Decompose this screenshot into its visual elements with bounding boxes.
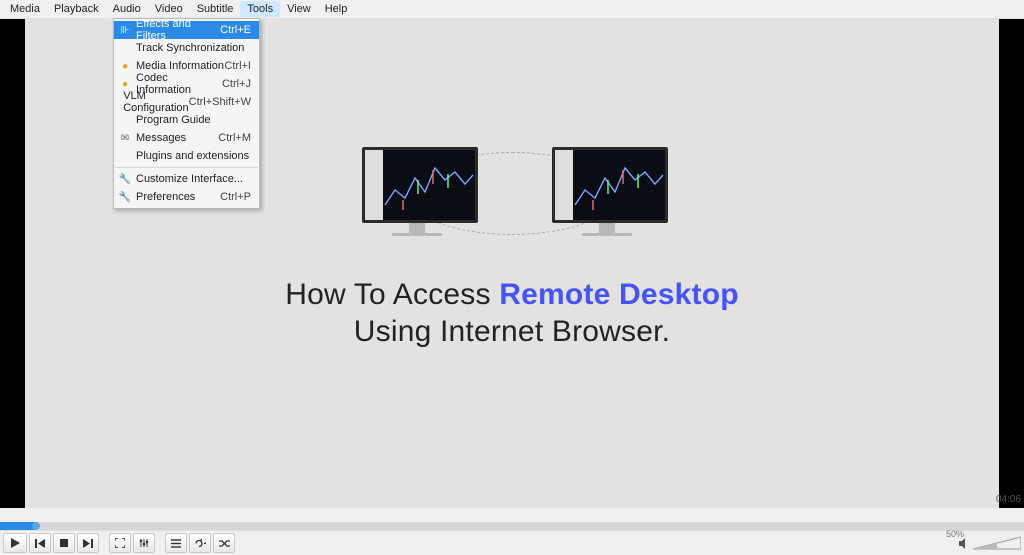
volume-slider[interactable]: [973, 536, 1021, 550]
total-time[interactable]: 04:06: [996, 494, 1021, 505]
monitor-right: [552, 147, 662, 236]
menu-tools[interactable]: Tools: [240, 1, 280, 17]
volume-percent: 50%: [946, 529, 964, 539]
menu-help[interactable]: Help: [318, 1, 355, 17]
video-title-line2: Using Internet Browser.: [285, 313, 739, 351]
menubar: Media Playback Audio Video Subtitle Tool…: [0, 0, 1024, 19]
stop-button[interactable]: [53, 533, 75, 553]
pillarbox-left: [0, 19, 25, 508]
playlist-button[interactable]: [165, 533, 187, 553]
monitors-illustration: [362, 147, 662, 236]
video-title: How To Access Remote Desktop Using Inter…: [285, 276, 739, 351]
menu-item-label: Preferences: [136, 191, 220, 203]
menu-subtitle[interactable]: Subtitle: [190, 1, 241, 17]
menu-item-label: VLM Configuration: [123, 90, 188, 114]
menu-item-label: Plugins and extensions: [136, 150, 251, 162]
time-row: 04:06: [0, 508, 1024, 522]
seek-handle[interactable]: [32, 522, 40, 530]
monitor-screen: [362, 147, 478, 223]
wrench-icon: 🔧: [114, 174, 136, 185]
menu-item-vlm-configuration[interactable]: VLM Configuration Ctrl+Shift+W: [114, 93, 259, 111]
seek-slider[interactable]: [0, 522, 1024, 530]
title-text: How To Access: [285, 278, 499, 311]
loop-button[interactable]: [189, 533, 211, 553]
menu-media[interactable]: Media: [3, 1, 47, 17]
tools-dropdown: ⊪ Effects and Filters Ctrl+E Track Synch…: [113, 18, 260, 209]
menu-item-shortcut: Ctrl+M: [218, 132, 259, 144]
menu-item-label: Media Information: [136, 60, 224, 72]
menu-item-messages[interactable]: ✉ Messages Ctrl+M: [114, 129, 259, 147]
seek-progress: [0, 522, 36, 530]
menu-item-shortcut: Ctrl+Shift+W: [189, 96, 259, 108]
menu-view[interactable]: View: [280, 1, 318, 17]
info-icon: ●: [114, 61, 136, 72]
menu-item-shortcut: Ctrl+E: [220, 24, 259, 36]
pillarbox-right: [999, 19, 1024, 508]
control-bar: 50%: [0, 530, 1024, 555]
menu-audio[interactable]: Audio: [106, 1, 148, 17]
wrench-icon: 🔧: [114, 192, 136, 203]
vlc-window: Media Playback Audio Video Subtitle Tool…: [0, 0, 1024, 555]
menu-item-shortcut: Ctrl+P: [220, 191, 259, 203]
monitor-screen: [552, 147, 668, 223]
menu-item-label: Effects and Filters: [136, 18, 220, 42]
menu-item-label: Customize Interface...: [136, 173, 251, 185]
previous-button[interactable]: [29, 533, 51, 553]
info-icon: ●: [114, 79, 136, 90]
menu-playback[interactable]: Playback: [47, 1, 106, 17]
menu-item-customize-interface[interactable]: 🔧 Customize Interface...: [114, 170, 259, 188]
menu-item-track-synchronization[interactable]: Track Synchronization: [114, 39, 259, 57]
random-button[interactable]: [213, 533, 235, 553]
message-icon: ✉: [114, 133, 136, 144]
video-title-line1: How To Access Remote Desktop: [285, 276, 739, 314]
menu-item-shortcut: Ctrl+J: [222, 78, 259, 90]
menu-item-shortcut: Ctrl+I: [224, 60, 259, 72]
menu-item-label: Program Guide: [136, 114, 251, 126]
menu-item-label: Track Synchronization: [136, 42, 251, 54]
sliders-icon: ⊪: [114, 25, 136, 36]
monitor-left: [362, 147, 472, 236]
menu-item-preferences[interactable]: 🔧 Preferences Ctrl+P: [114, 188, 259, 206]
menu-separator: [115, 167, 258, 168]
menu-item-plugins-and-extensions[interactable]: Plugins and extensions: [114, 147, 259, 165]
play-button[interactable]: [3, 533, 27, 553]
menu-item-program-guide[interactable]: Program Guide: [114, 111, 259, 129]
extended-settings-button[interactable]: [133, 533, 155, 553]
menu-item-label: Messages: [136, 132, 218, 144]
menu-item-effects-and-filters[interactable]: ⊪ Effects and Filters Ctrl+E: [114, 21, 259, 39]
title-highlight: Remote Desktop: [499, 278, 739, 311]
next-button[interactable]: [77, 533, 99, 553]
menu-video[interactable]: Video: [148, 1, 190, 17]
fullscreen-button[interactable]: [109, 533, 131, 553]
